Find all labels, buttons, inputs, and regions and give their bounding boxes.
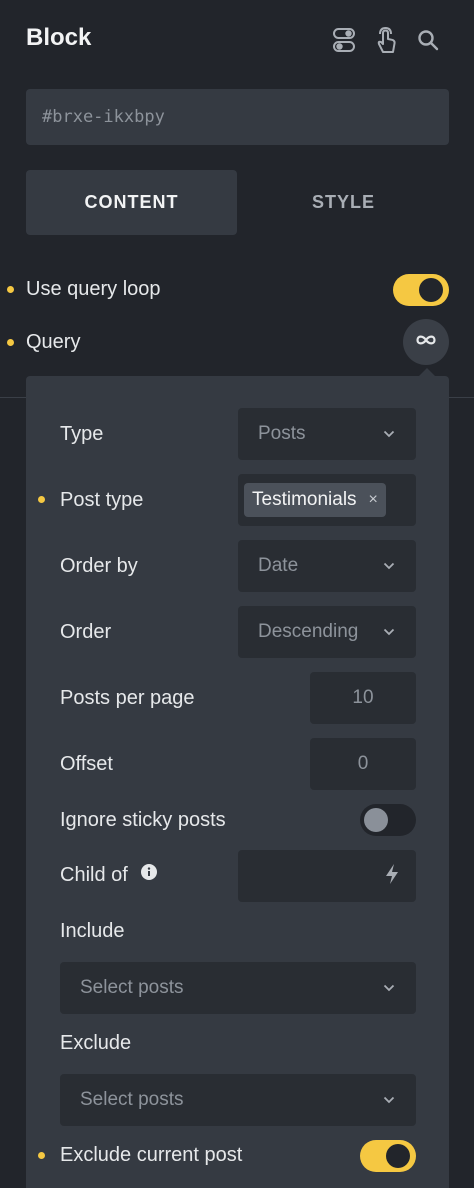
- post-type-tag-label: Testimonials: [252, 489, 357, 510]
- order-by-select-value: Date: [258, 555, 299, 576]
- infinity-icon: [415, 333, 437, 352]
- use-query-loop-toggle[interactable]: [393, 274, 449, 306]
- toggle-knob: [419, 278, 443, 302]
- include-select[interactable]: Select posts: [60, 962, 416, 1014]
- search-icon[interactable]: [414, 26, 442, 54]
- exclude-current-post-toggle[interactable]: [360, 1140, 416, 1172]
- posts-per-page-label: Posts per page: [60, 687, 195, 709]
- order-by-select[interactable]: Date: [238, 540, 416, 592]
- child-of-input[interactable]: [238, 850, 416, 902]
- remove-tag-icon[interactable]: ×: [369, 491, 378, 509]
- offset-label: Offset: [60, 753, 113, 775]
- order-label: Order: [60, 621, 112, 643]
- toggle-switch-icon[interactable]: [330, 26, 358, 54]
- bolt-icon[interactable]: [384, 863, 400, 890]
- post-type-label: Post type: [60, 489, 144, 511]
- exclude-select[interactable]: Select posts: [60, 1074, 416, 1126]
- toggle-knob: [386, 1144, 410, 1168]
- element-id-input[interactable]: [26, 89, 449, 145]
- offset-input[interactable]: 0: [310, 738, 416, 790]
- post-type-select[interactable]: Testimonials ×: [238, 474, 416, 526]
- exclude-placeholder: Select posts: [80, 1089, 184, 1110]
- offset-placeholder: 0: [357, 753, 369, 774]
- type-select-value: Posts: [258, 423, 306, 444]
- chevron-down-icon: [382, 981, 396, 995]
- chevron-down-icon: [382, 625, 396, 639]
- query-loop-button[interactable]: [403, 319, 449, 365]
- modified-indicator-dot: [7, 286, 14, 293]
- exclude-current-post-label: Exclude current post: [60, 1144, 243, 1166]
- pointer-hand-icon[interactable]: [372, 26, 400, 54]
- post-type-tag: Testimonials ×: [244, 483, 386, 517]
- use-query-loop-label: Use query loop: [26, 278, 161, 300]
- tab-style[interactable]: STYLE: [238, 170, 449, 235]
- popup-caret: [419, 368, 435, 376]
- order-by-label: Order by: [60, 555, 138, 577]
- query-label: Query: [26, 331, 81, 353]
- ignore-sticky-posts-toggle[interactable]: [360, 804, 416, 836]
- modified-indicator-dot: [38, 496, 45, 503]
- posts-per-page-input[interactable]: 10: [310, 672, 416, 724]
- ignore-sticky-posts-label: Ignore sticky posts: [60, 809, 226, 831]
- type-label: Type: [60, 423, 104, 445]
- chevron-down-icon: [382, 559, 396, 573]
- include-placeholder: Select posts: [80, 977, 184, 998]
- chevron-down-icon: [382, 1093, 396, 1107]
- panel-title: Block: [26, 24, 92, 51]
- order-select[interactable]: Descending: [238, 606, 416, 658]
- include-label: Include: [60, 920, 125, 942]
- tab-content[interactable]: CONTENT: [26, 170, 237, 235]
- info-icon[interactable]: [141, 864, 157, 880]
- modified-indicator-dot: [38, 1152, 45, 1159]
- exclude-label: Exclude: [60, 1032, 132, 1054]
- order-select-value: Descending: [258, 621, 359, 642]
- chevron-down-icon: [382, 427, 396, 441]
- child-of-label: Child of: [60, 864, 128, 886]
- toggle-knob: [364, 808, 388, 832]
- type-select[interactable]: Posts: [238, 408, 416, 460]
- posts-per-page-placeholder: 10: [352, 687, 374, 708]
- modified-indicator-dot: [7, 339, 14, 346]
